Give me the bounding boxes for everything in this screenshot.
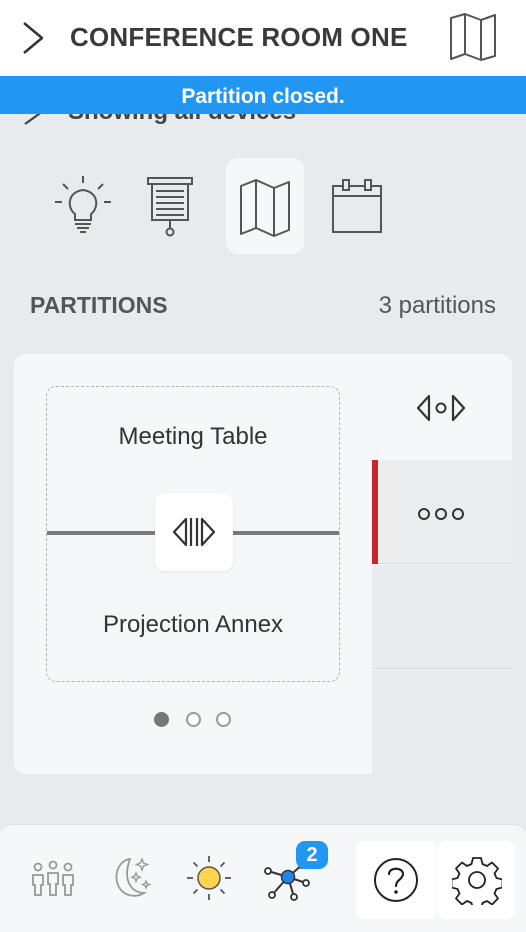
partition-diagram: Meeting Table Projection Annex xyxy=(46,386,340,682)
status-banner: Partition closed. xyxy=(0,76,526,114)
tab-lighting[interactable] xyxy=(44,158,122,254)
page-dot[interactable] xyxy=(216,712,231,727)
device-filter-label: Showing all devices xyxy=(68,114,296,126)
calendar-icon xyxy=(332,179,382,233)
lightbulb-icon xyxy=(55,176,111,233)
more-icon xyxy=(418,508,464,520)
map-icon xyxy=(240,179,290,237)
gear-icon xyxy=(452,857,502,905)
partitions-heading: PARTITIONS 3 partitions xyxy=(30,292,496,324)
header-bar: CONFERENCE ROOM ONE xyxy=(0,0,526,76)
device-filter-bar[interactable]: Showing all devices xyxy=(0,114,526,128)
page-dot-active[interactable] xyxy=(154,712,169,727)
tab-partitions[interactable] xyxy=(226,158,304,254)
occupancy-button[interactable] xyxy=(28,853,78,903)
room-title[interactable]: CONFERENCE ROOM ONE xyxy=(70,22,407,53)
section-label: PARTITIONS xyxy=(30,292,168,318)
people-icon xyxy=(32,860,74,896)
partition-side-panel xyxy=(372,354,512,774)
notification-badge: 2 xyxy=(296,841,328,869)
tab-shades[interactable] xyxy=(131,158,209,254)
help-icon xyxy=(374,858,418,902)
page-indicator[interactable] xyxy=(154,712,234,728)
help-button[interactable] xyxy=(356,841,436,919)
tab-schedule[interactable] xyxy=(318,158,396,254)
bottom-toolbar: 2 xyxy=(0,824,526,932)
partition-count: 3 partitions xyxy=(378,292,496,319)
moon-stars-icon xyxy=(115,857,152,897)
partition-close-icon xyxy=(172,517,216,547)
room-b-label: Projection Annex xyxy=(102,611,284,638)
chevron-right-icon[interactable] xyxy=(20,20,46,56)
chevron-right-icon xyxy=(24,114,41,125)
projector-screen-icon xyxy=(147,177,193,237)
sun-icon xyxy=(187,856,231,900)
settings-button[interactable] xyxy=(437,841,515,919)
open-all-button[interactable] xyxy=(372,354,512,460)
more-options-row[interactable] xyxy=(372,460,512,564)
partition-toggle-button[interactable] xyxy=(155,493,233,571)
night-mode-button[interactable] xyxy=(104,853,154,903)
category-tabs xyxy=(0,150,526,260)
alert-indicator xyxy=(372,460,378,564)
room-a-label: Meeting Table xyxy=(118,423,268,450)
partition-card: Meeting Table Projection Annex xyxy=(14,354,512,774)
side-row[interactable] xyxy=(372,670,512,774)
page-dot[interactable] xyxy=(186,712,201,727)
map-icon[interactable] xyxy=(448,12,498,62)
side-row[interactable] xyxy=(372,565,512,669)
partition-open-icon xyxy=(416,394,466,422)
daylight-button[interactable] xyxy=(184,853,234,903)
